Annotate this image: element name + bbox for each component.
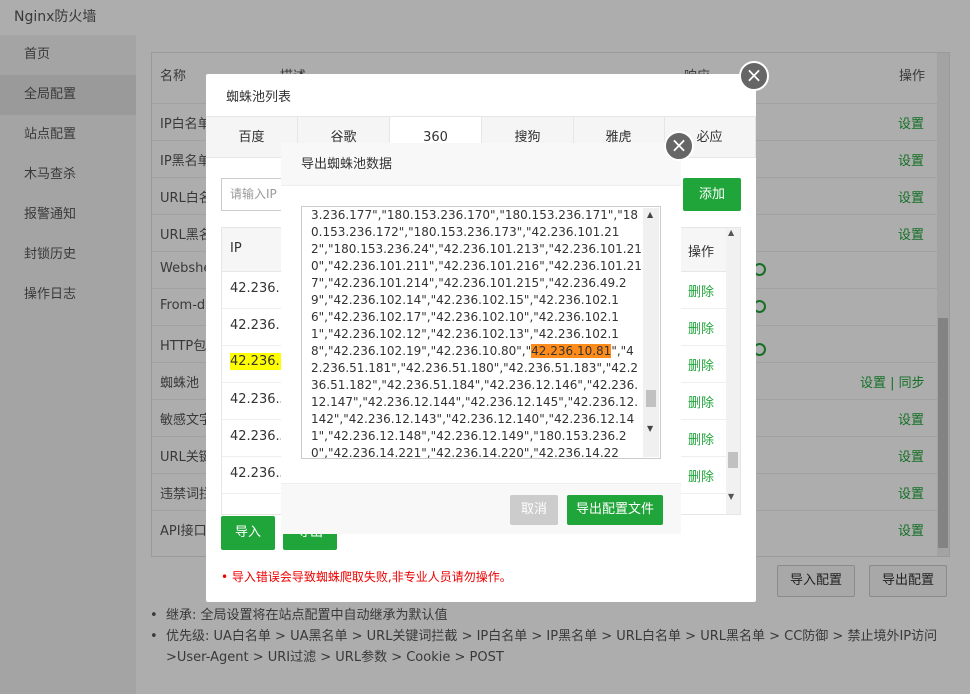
export-dialog: 导出蜘蛛池数据 3.236.177","180.153.236.170","18… [281,143,681,534]
cancel-button[interactable]: 取消 [510,495,558,525]
panel-close-icon[interactable]: × [739,61,769,91]
bullet-icon: • [221,570,232,584]
import-button[interactable]: 导入 [221,516,275,550]
delete-link[interactable]: 删除 [688,281,714,300]
textarea-scrollbar[interactable]: ▲ ▼ [643,208,659,457]
delete-link[interactable]: 删除 [688,392,714,411]
add-button[interactable]: 添加 [683,178,741,211]
export-file-button[interactable]: 导出配置文件 [567,495,663,525]
ip-value: 42.236.5 [230,392,288,407]
ip-value: 42.236.5 [230,466,288,481]
ip-value: 42.236.1 [230,353,288,370]
dialog-footer: 取消 导出配置文件 [281,483,681,534]
scroll-down-icon[interactable]: ▼ [647,424,653,433]
delete-link[interactable]: 删除 [688,429,714,448]
ip-value: 42.236.1 [230,281,288,296]
delete-link[interactable]: 删除 [688,466,714,485]
ip-value: 42.236.1 [230,318,288,333]
scroll-up-icon[interactable]: ▲ [647,210,653,219]
ip-table-scrollbar[interactable]: ▲ ▼ [726,228,740,514]
export-textarea[interactable]: 3.236.177","180.153.236.170","180.153.23… [301,206,661,459]
scrollbar-thumb[interactable] [646,390,656,407]
dialog-title: 导出蜘蛛池数据 [281,143,681,186]
dialog-close-icon[interactable]: × [664,131,694,161]
text-after: ","42.236.51.181","42.236.51.180","42.23… [311,344,639,459]
col-ip: IP [230,241,242,256]
warning-message: 导入错误会导致蜘蛛爬取失败,非专业人员请勿操作。 [231,570,512,584]
warning-text: • 导入错误会导致蜘蛛爬取失败,非专业人员请勿操作。 [221,568,512,585]
scrollbar-thumb[interactable] [728,452,738,468]
text-before: 3.236.177","180.153.236.170","180.153.23… [311,208,642,358]
panel-title: 蜘蛛池列表 [226,90,292,105]
scroll-up-icon[interactable]: ▲ [728,228,734,237]
delete-link[interactable]: 删除 [688,355,714,374]
scroll-down-icon[interactable]: ▼ [728,492,734,501]
text-selection: 42.236.10.81 [531,344,612,358]
ip-value: 42.236.5 [230,429,288,444]
export-text[interactable]: 3.236.177","180.153.236.170","180.153.23… [311,207,645,459]
col-op: 操作 [688,245,715,260]
delete-link[interactable]: 删除 [688,318,714,337]
